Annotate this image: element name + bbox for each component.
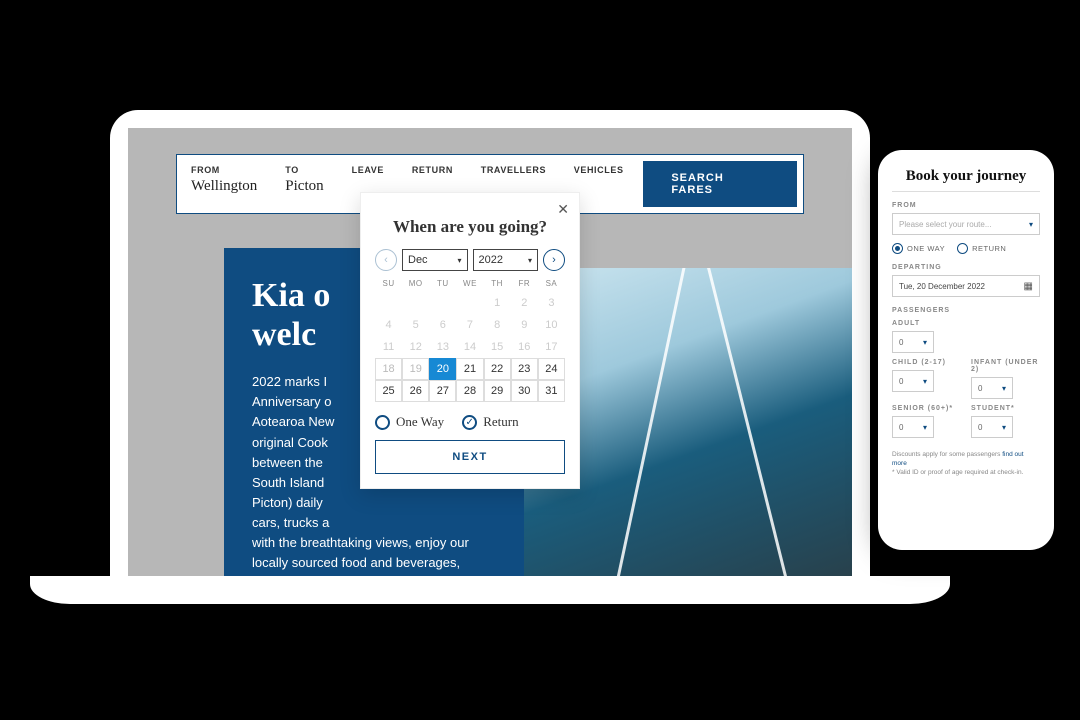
phone-footer-note: Discounts apply for some passengers find…: [892, 450, 1040, 477]
year-select[interactable]: 2022▾: [473, 249, 539, 271]
calendar-day[interactable]: 23: [511, 358, 538, 380]
month-select[interactable]: Dec▾: [402, 249, 468, 271]
calendar-day[interactable]: 21: [456, 358, 483, 380]
vehicles-label: VEHICLES: [574, 165, 624, 175]
calendar-day: 17: [538, 336, 565, 358]
calendar-day[interactable]: 18: [375, 358, 402, 380]
radio-icon: [375, 415, 390, 430]
close-icon[interactable]: ✕: [557, 201, 569, 218]
search-fares-button[interactable]: SEARCH FARES: [643, 161, 797, 207]
adult-count-select[interactable]: 0▾: [892, 331, 934, 353]
calendar-day: 13: [429, 336, 456, 358]
calendar-day[interactable]: 29: [484, 380, 511, 402]
infant-label: INFANT (UNDER 2): [971, 359, 1040, 373]
from-value: Wellington: [191, 178, 257, 195]
calendar-day: 15: [484, 336, 511, 358]
phone-return-radio[interactable]: RETURN: [957, 243, 1006, 254]
phone-frame: Book your journey FROM Please select you…: [878, 150, 1054, 550]
phone-passengers-label: PASSENGERS: [892, 307, 1040, 314]
child-label: CHILD (2-17): [892, 359, 961, 366]
oneway-radio[interactable]: One Way: [375, 414, 444, 430]
phone-departing-label: DEPARTING: [892, 264, 1040, 271]
date-popover: ✕ When are you going? ‹ Dec▾ 2022▾ › SUM…: [360, 192, 580, 489]
calendar-day[interactable]: 26: [402, 380, 429, 402]
calendar-day: 2: [511, 292, 538, 314]
route-select[interactable]: Please select your route... ▾: [892, 213, 1040, 235]
calendar-day: [429, 292, 456, 314]
phone-title: Book your journey: [892, 168, 1040, 185]
next-button[interactable]: NEXT: [375, 440, 565, 474]
calendar-day: 10: [538, 314, 565, 336]
phone-screen: Book your journey FROM Please select you…: [892, 168, 1040, 477]
calendar-day[interactable]: 27: [429, 380, 456, 402]
prev-month-button[interactable]: ‹: [375, 249, 397, 271]
chevron-down-icon: ▾: [1002, 384, 1006, 393]
calendar-day: [456, 292, 483, 314]
chevron-down-icon: ▾: [923, 338, 927, 347]
calendar-day[interactable]: 28: [456, 380, 483, 402]
laptop-screen: FROM Wellington TO Picton LEAVE RETURN T…: [128, 128, 852, 590]
calendar-day: [402, 292, 429, 314]
calendar-day: 8: [484, 314, 511, 336]
calendar-day[interactable]: 22: [484, 358, 511, 380]
to-value: Picton: [285, 178, 323, 195]
calendar-day: 1: [484, 292, 511, 314]
calendar-day: 14: [456, 336, 483, 358]
calendar-day: 11: [375, 336, 402, 358]
radio-checked-icon: [892, 243, 903, 254]
phone-oneway-radio[interactable]: ONE WAY: [892, 243, 945, 254]
chevron-down-icon: ▾: [1029, 220, 1033, 229]
from-field[interactable]: FROM Wellington: [177, 155, 271, 213]
return-label: RETURN: [412, 165, 453, 175]
adult-label: ADULT: [892, 320, 1040, 327]
calendar-day: [375, 292, 402, 314]
to-label: TO: [285, 165, 323, 175]
chevron-down-icon: ▾: [923, 423, 927, 432]
chevron-right-icon: ›: [552, 254, 556, 266]
chevron-down-icon: ▾: [528, 256, 532, 265]
calendar-day[interactable]: 20: [429, 358, 456, 380]
student-count-select[interactable]: 0▾: [971, 416, 1013, 438]
calendar-day: 4: [375, 314, 402, 336]
to-field[interactable]: TO Picton: [271, 155, 337, 213]
return-radio[interactable]: Return: [462, 414, 518, 430]
calendar-day: 6: [429, 314, 456, 336]
day-of-week-header: SUMOTUWETHFRSA: [375, 279, 565, 288]
calendar-day[interactable]: 24: [538, 358, 565, 380]
chevron-down-icon: ▾: [457, 256, 461, 265]
laptop-base: [30, 576, 950, 604]
laptop-frame: FROM Wellington TO Picton LEAVE RETURN T…: [110, 110, 870, 590]
calendar-grid: 1234567891011121314151617181920212223242…: [375, 292, 565, 402]
infant-count-select[interactable]: 0▾: [971, 377, 1013, 399]
calendar-day: 5: [402, 314, 429, 336]
child-count-select[interactable]: 0▾: [892, 370, 934, 392]
phone-from-label: FROM: [892, 202, 1040, 209]
radio-checked-icon: [462, 415, 477, 430]
chevron-down-icon: ▾: [1002, 423, 1006, 432]
leave-label: LEAVE: [352, 165, 384, 175]
chevron-left-icon: ‹: [384, 254, 388, 266]
calendar-icon: ▦: [1024, 281, 1033, 292]
senior-label: SENIOR (60+)*: [892, 405, 961, 412]
calendar-day[interactable]: 25: [375, 380, 402, 402]
from-label: FROM: [191, 165, 257, 175]
student-label: STUDENT*: [971, 405, 1040, 412]
senior-count-select[interactable]: 0▾: [892, 416, 934, 438]
calendar-day[interactable]: 31: [538, 380, 565, 402]
next-month-button[interactable]: ›: [543, 249, 565, 271]
chevron-down-icon: ▾: [923, 377, 927, 386]
popover-title: When are you going?: [375, 217, 565, 237]
departing-select[interactable]: Tue, 20 December 2022 ▦: [892, 275, 1040, 297]
calendar-day: 3: [538, 292, 565, 314]
calendar-day[interactable]: 19: [402, 358, 429, 380]
calendar-day: 7: [456, 314, 483, 336]
calendar-day: 12: [402, 336, 429, 358]
calendar-day: 9: [511, 314, 538, 336]
calendar-day: 16: [511, 336, 538, 358]
calendar-day[interactable]: 30: [511, 380, 538, 402]
radio-icon: [957, 243, 968, 254]
travellers-label: TRAVELLERS: [481, 165, 546, 175]
